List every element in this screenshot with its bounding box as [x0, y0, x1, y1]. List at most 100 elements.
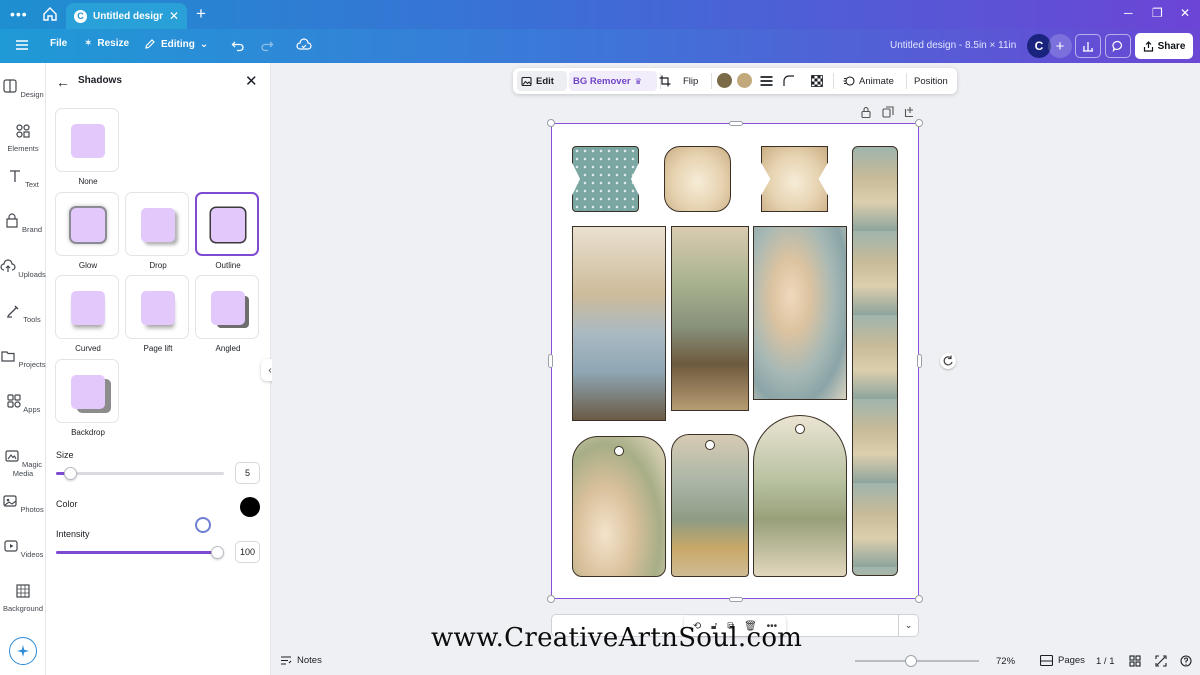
rail-item-elements[interactable]: Elements	[0, 123, 46, 153]
intensity-value-input[interactable]: 100	[235, 541, 260, 563]
intensity-slider[interactable]	[56, 546, 224, 559]
grid-view-icon[interactable]	[1129, 655, 1141, 667]
shadow-option-angled[interactable]: Angled	[195, 275, 261, 353]
resize-handle-top[interactable]	[729, 121, 743, 126]
animate-button[interactable]: Animate	[843, 68, 894, 94]
border-style-icon[interactable]	[760, 75, 773, 87]
size-slider[interactable]	[56, 467, 224, 480]
bookshelf-bookmark[interactable]	[671, 226, 749, 411]
back-arrow-icon[interactable]: ←	[56, 74, 70, 90]
duplicate-page-icon[interactable]	[882, 106, 894, 118]
redo-icon[interactable]	[260, 39, 274, 53]
help-icon[interactable]	[1180, 655, 1192, 667]
rail-item-uploads[interactable]: Uploads	[0, 258, 46, 279]
resize-handle-right[interactable]	[917, 354, 922, 368]
share-button[interactable]: Share	[1135, 33, 1193, 59]
rose-vase-bookmark[interactable]	[753, 226, 847, 400]
rose-gift-tag[interactable]	[572, 436, 666, 577]
shadow-option-drop[interactable]: Drop	[125, 192, 191, 270]
pages-button[interactable]: Pages	[1040, 655, 1085, 666]
cursor-indicator	[195, 517, 211, 533]
bg-remover-button[interactable]: BG Remover ♛	[569, 71, 657, 91]
resize-handle-bottom-right[interactable]	[915, 595, 923, 603]
window-gift-tag[interactable]	[671, 434, 749, 577]
transparency-icon[interactable]	[811, 75, 823, 87]
resize-handle-left[interactable]	[548, 354, 553, 368]
color-swatch-button[interactable]	[240, 497, 260, 517]
size-value-input[interactable]: 5	[235, 462, 260, 484]
undo-icon[interactable]	[231, 39, 245, 53]
shadow-option-page-lift[interactable]: Page lift	[125, 275, 191, 353]
intensity-slider-knob[interactable]	[211, 546, 224, 559]
maximize-icon[interactable]: ❐	[1152, 6, 1163, 20]
resize-handle-top-left[interactable]	[547, 119, 555, 127]
position-button[interactable]: Position	[914, 68, 948, 94]
zoom-slider-knob[interactable]	[904, 655, 917, 667]
rail-item-brand[interactable]: Brand	[0, 213, 46, 234]
edit-button[interactable]: Edit	[517, 71, 567, 91]
resize-button[interactable]: ✶ Resize	[84, 38, 129, 49]
rail-item-design[interactable]: Design	[0, 78, 46, 99]
shadow-swatch	[211, 208, 245, 242]
add-page-icon[interactable]	[904, 106, 916, 118]
new-tab-icon[interactable]: +	[196, 4, 206, 24]
context-toolbar: Edit BG Remover ♛ Flip Animate Position	[513, 68, 957, 94]
size-slider-knob[interactable]	[63, 467, 77, 480]
shadow-option-label: Curved	[75, 344, 101, 353]
pencil-icon	[145, 39, 155, 49]
tab-close-icon[interactable]: ✕	[169, 9, 179, 23]
corner-rounding-icon[interactable]	[783, 75, 795, 87]
color-swatch-1[interactable]	[717, 73, 732, 88]
home-icon[interactable]	[42, 6, 58, 22]
fern-gift-tag[interactable]	[753, 415, 847, 577]
add-collaborator-button[interactable]: +	[1048, 34, 1072, 58]
crop-icon[interactable]	[659, 75, 671, 87]
rail-item-apps[interactable]: Apps	[0, 393, 46, 414]
hamburger-menu-icon[interactable]	[15, 38, 29, 52]
color-swatch-2[interactable]	[737, 73, 752, 88]
editing-button[interactable]: Editing ⌄	[144, 38, 208, 50]
comments-button[interactable]	[1105, 34, 1131, 58]
window-close-icon[interactable]: ✕	[1180, 6, 1190, 20]
file-button[interactable]: File	[50, 38, 67, 49]
rail-item-text[interactable]: Text	[0, 168, 46, 189]
shadow-option-glow[interactable]: Glow	[55, 192, 121, 270]
rail-item-projects[interactable]: Projects	[0, 348, 46, 369]
resize-handle-bottom-left[interactable]	[547, 595, 555, 603]
fullscreen-icon[interactable]	[1155, 655, 1167, 667]
notes-button[interactable]: Notes	[280, 655, 322, 666]
shadow-option-none[interactable]: None	[55, 108, 121, 186]
floral-label-sticker[interactable]	[664, 146, 731, 212]
lock-icon[interactable]	[860, 106, 872, 118]
shadow-option-backdrop[interactable]: Backdrop	[55, 359, 121, 437]
rail-item-tools[interactable]: Tools	[0, 303, 46, 324]
rail-item-videos[interactable]: Videos	[0, 538, 46, 559]
browser-menu-icon[interactable]: •••	[10, 6, 28, 22]
shadow-option-curved[interactable]: Curved	[55, 275, 121, 353]
rotate-button[interactable]	[940, 353, 956, 369]
zoom-slider[interactable]	[855, 660, 979, 662]
minimize-icon[interactable]: ─	[1124, 6, 1133, 20]
resize-handle-bottom[interactable]	[729, 597, 743, 602]
shadow-option-outline[interactable]: Outline	[195, 192, 261, 270]
shadow-preview	[125, 275, 189, 339]
design-page[interactable]	[551, 123, 919, 599]
zoom-value[interactable]: 72%	[996, 656, 1015, 667]
resize-handle-top-right[interactable]	[915, 119, 923, 127]
magic-assistant-button[interactable]	[9, 637, 37, 665]
document-title[interactable]: Untitled design - 8.5in × 11in	[890, 40, 1016, 51]
cloud-saved-icon[interactable]	[296, 38, 312, 52]
insights-button[interactable]	[1075, 34, 1101, 58]
rail-label: Projects	[18, 360, 46, 369]
flip-button[interactable]: Flip	[683, 68, 698, 94]
chevron-down-icon[interactable]: ⌄	[898, 615, 918, 636]
browser-tab[interactable]: C Untitled design - 8... ✕	[66, 3, 187, 29]
rail-item-background[interactable]: Background	[0, 583, 46, 613]
teal-label-sticker[interactable]	[572, 146, 639, 212]
close-icon[interactable]: ✕	[245, 72, 258, 90]
tall-ticket-strip[interactable]	[852, 146, 898, 576]
cream-label-sticker[interactable]	[761, 146, 828, 212]
girl-bookmark[interactable]	[572, 226, 666, 421]
rail-item-photos[interactable]: Photos	[0, 493, 46, 514]
rail-item-magic-media[interactable]: Magic Media	[0, 448, 46, 478]
